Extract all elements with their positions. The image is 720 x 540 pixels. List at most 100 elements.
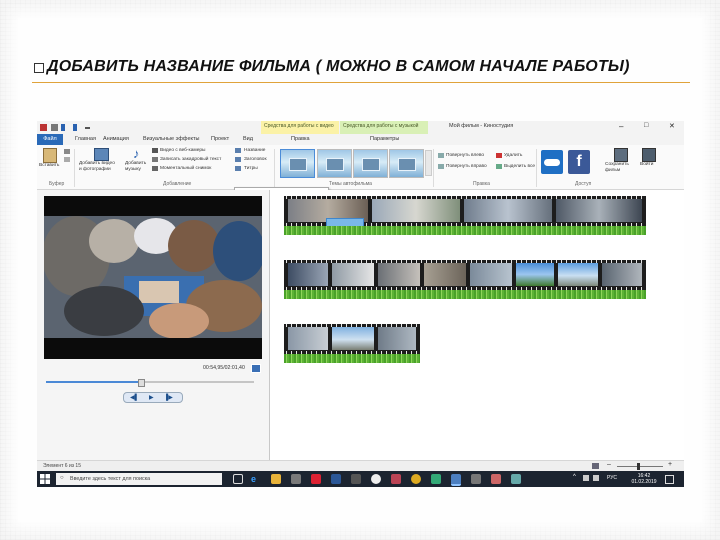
cut-icon[interactable] — [64, 149, 70, 154]
close-button[interactable]: ✕ — [669, 122, 675, 130]
qat-dropdown-icon[interactable] — [85, 127, 90, 129]
notifications-icon[interactable] — [665, 475, 674, 484]
next-frame-icon[interactable]: ▐▶ — [164, 394, 173, 401]
tray-up-icon[interactable]: ^ — [573, 474, 576, 480]
tab-view[interactable]: Вид — [243, 136, 253, 142]
clip-thumbnail[interactable] — [602, 263, 642, 286]
delete-button[interactable]: Удалить — [504, 153, 522, 159]
seek-bar[interactable] — [46, 379, 254, 387]
clip-thumbnail[interactable] — [332, 327, 374, 350]
clip-strip[interactable] — [284, 324, 420, 354]
network-icon[interactable] — [583, 475, 589, 481]
clip-thumbnail[interactable] — [424, 263, 466, 286]
narration-button[interactable]: Записать закадровый текст — [160, 157, 221, 163]
play-icon[interactable]: ▶ — [149, 394, 154, 401]
add-title-button[interactable]: Название — [244, 148, 265, 154]
language-indicator[interactable]: РУС — [607, 475, 617, 481]
pinned-app-icon[interactable] — [391, 474, 401, 484]
tab-animation[interactable]: Анимация — [103, 136, 129, 142]
theme-thumbnail[interactable] — [317, 149, 352, 178]
app-menu-icon[interactable] — [40, 124, 47, 131]
zoom-slider-thumb[interactable] — [637, 463, 640, 470]
facebook-icon[interactable]: f — [568, 150, 590, 174]
pinned-app-icon[interactable] — [471, 474, 481, 484]
opera-icon[interactable] — [411, 474, 421, 484]
clip-thumbnail[interactable] — [378, 327, 416, 350]
rotate-left-button[interactable]: Повернуть влево — [446, 153, 484, 159]
zoom-out-icon[interactable]: – — [607, 461, 611, 468]
chrome-icon[interactable] — [371, 474, 381, 484]
zoom-in-icon[interactable]: + — [668, 461, 672, 468]
word-icon[interactable] — [331, 474, 341, 484]
save-icon[interactable] — [51, 124, 58, 131]
clip-thumbnail[interactable] — [516, 263, 554, 286]
clip-thumbnail[interactable] — [372, 199, 460, 222]
theme-thumbnail[interactable] — [353, 149, 388, 178]
tab-options[interactable]: Параметры — [370, 136, 399, 142]
app-icon[interactable] — [351, 474, 361, 484]
photos-icon[interactable] — [511, 474, 521, 484]
tab-project[interactable]: Проект — [211, 136, 229, 142]
select-all-button[interactable]: Выделить все — [504, 164, 535, 170]
clip-thumbnail[interactable] — [464, 199, 552, 222]
audio-track[interactable] — [284, 226, 646, 235]
file-explorer-icon[interactable] — [271, 474, 281, 484]
save-movie-label: Сохранить фильм — [605, 162, 629, 173]
theme-thumbnail[interactable] — [389, 149, 424, 178]
clip-thumbnail[interactable] — [288, 263, 328, 286]
themes-scroll-icon[interactable] — [425, 150, 432, 176]
tab-home[interactable]: Главная — [75, 136, 96, 142]
redo-icon[interactable] — [73, 124, 77, 131]
movie-maker-taskbar-icon[interactable] — [451, 474, 461, 486]
paste-button[interactable]: Вставить — [39, 147, 61, 179]
theme-thumbnail[interactable] — [280, 149, 315, 178]
add-caption-button[interactable]: Заголовок — [244, 157, 267, 163]
add-video-button[interactable]: Добавить видео и фотографии — [77, 147, 123, 179]
onedrive-icon[interactable] — [541, 150, 563, 174]
webcam-button[interactable]: Видео с веб-камеры — [160, 148, 205, 154]
zoom-fit-icon[interactable] — [592, 463, 599, 469]
copy-icon[interactable] — [64, 157, 70, 162]
undo-icon[interactable] — [61, 124, 65, 131]
minimize-button[interactable]: – — [619, 122, 623, 131]
clip-strip[interactable] — [284, 260, 646, 290]
clip-thumbnail[interactable] — [288, 327, 328, 350]
tab-edit[interactable]: Правка — [291, 136, 310, 142]
clock-date[interactable]: 01.02.2019 — [630, 479, 658, 485]
windows-start-icon[interactable] — [40, 474, 50, 484]
clip-thumbnail[interactable] — [556, 199, 642, 222]
store-icon[interactable] — [291, 474, 301, 484]
clip-thumbnail[interactable] — [332, 263, 374, 286]
clip-thumbnail[interactable] — [378, 263, 420, 286]
clip-thumbnail[interactable] — [558, 263, 598, 286]
save-movie-button[interactable]: Сохранить фильм — [605, 147, 635, 179]
add-music-button[interactable]: ♪ Добавить музыку — [125, 147, 151, 179]
volume-icon[interactable] — [593, 475, 599, 481]
task-view-icon[interactable] — [233, 474, 243, 484]
audio-track[interactable] — [284, 354, 420, 363]
snapshot-icon — [152, 166, 158, 171]
tab-visual-effects[interactable]: Визуальные эффекты — [143, 136, 199, 142]
add-music-label: Добавить музыку — [125, 161, 147, 172]
snapshot-button[interactable]: Моментальный снимок — [160, 166, 211, 172]
maximize-button[interactable]: □ — [644, 122, 648, 129]
film-photo-icon — [94, 148, 109, 161]
edge-icon[interactable]: e — [251, 474, 261, 484]
seek-thumb[interactable] — [138, 379, 145, 387]
signin-button[interactable]: Войти — [638, 147, 660, 177]
timecode: 00:54,95/02:01,40 — [203, 365, 245, 371]
webcam-icon — [152, 148, 158, 153]
tab-file[interactable]: Файл — [37, 134, 63, 145]
pinned-app-icon[interactable] — [491, 474, 501, 484]
context-music-label: Средства для работы с музыкой — [343, 123, 419, 129]
fullscreen-button[interactable] — [251, 364, 261, 373]
rotate-right-button[interactable]: Повернуть вправо — [446, 164, 487, 170]
pinned-app-icon[interactable] — [431, 474, 441, 484]
clip-thumbnail[interactable] — [470, 263, 512, 286]
taskbar-search-input[interactable]: ○ Введите здесь текст для поиска — [56, 473, 222, 485]
zoom-slider[interactable] — [617, 463, 663, 470]
audio-track[interactable] — [284, 290, 646, 299]
media-icon[interactable] — [311, 474, 321, 484]
previous-frame-icon[interactable]: ◀▌ — [130, 394, 139, 401]
add-credits-button[interactable]: Титры — [244, 166, 258, 172]
